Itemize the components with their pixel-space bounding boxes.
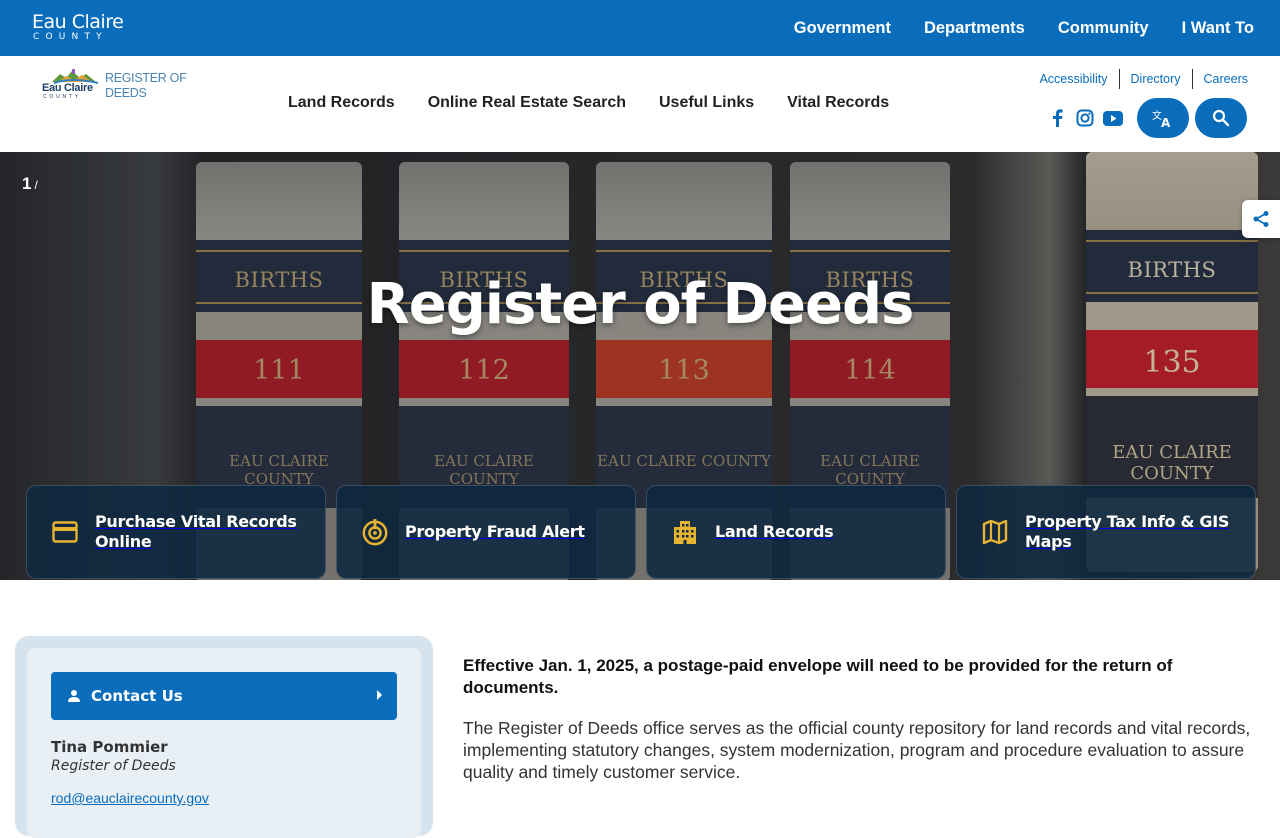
- youtube-icon[interactable]: [1103, 108, 1123, 128]
- facebook-icon[interactable]: [1047, 108, 1067, 128]
- slide-current: 1: [22, 174, 32, 193]
- top-nav-departments[interactable]: Departments: [924, 19, 1025, 38]
- quick-link-label: Property Tax Info & GIS Maps: [1025, 512, 1230, 551]
- quick-link-land-records[interactable]: Land Records: [646, 485, 946, 579]
- logo-department-title: REGISTER OF DEEDS: [105, 71, 187, 101]
- svg-text:A: A: [1161, 116, 1171, 128]
- quick-link-property-tax-gis-maps[interactable]: Property Tax Info & GIS Maps: [956, 485, 1256, 579]
- slide-separator: /: [34, 178, 38, 192]
- top-nav-government[interactable]: Government: [794, 19, 891, 38]
- slide-counter: 1/: [22, 174, 38, 194]
- county-logo[interactable]: Eau Claire COUNTY: [32, 11, 124, 42]
- contact-name: Tina Pommier: [51, 738, 168, 756]
- logo-county-name: Eau Claire: [42, 82, 93, 94]
- page-title: Register of Deeds: [366, 272, 915, 337]
- divider: [1118, 69, 1120, 89]
- building-icon: [671, 518, 699, 546]
- intro-paragraph: The Register of Deeds office serves as t…: [463, 718, 1251, 782]
- utility-links: Accessibility Directory Careers: [1039, 69, 1248, 89]
- chevron-right-icon: [377, 690, 382, 700]
- share-button[interactable]: [1242, 200, 1280, 238]
- contact-email-link[interactable]: rod@eauclairecounty.gov: [51, 790, 209, 806]
- search-icon: [1212, 109, 1230, 127]
- top-nav-i-want-to[interactable]: I Want To: [1182, 19, 1254, 38]
- county-logo-subtitle: COUNTY: [33, 32, 108, 42]
- top-bar: Eau Claire COUNTY Government Departments…: [0, 0, 1280, 56]
- social-and-tools: 文 A: [1047, 98, 1247, 138]
- instagram-icon[interactable]: [1075, 108, 1095, 128]
- credit-card-icon: [51, 518, 79, 546]
- contact-us-label: Contact Us: [91, 687, 183, 705]
- nav-online-real-estate-search[interactable]: Online Real Estate Search: [428, 94, 626, 112]
- logo-title-line1: REGISTER OF: [105, 71, 187, 85]
- contact-sidebar: Contact Us Tina Pommier Register of Deed…: [15, 636, 433, 838]
- nav-land-records[interactable]: Land Records: [288, 94, 395, 112]
- quick-links: Purchase Vital Records Online Property F…: [26, 485, 1266, 579]
- nav-useful-links[interactable]: Useful Links: [659, 94, 754, 112]
- map-icon: [981, 518, 1009, 546]
- directory-link[interactable]: Directory: [1131, 72, 1181, 86]
- search-button[interactable]: [1195, 98, 1247, 138]
- county-logo-name: Eau Claire: [32, 11, 124, 33]
- quick-link-purchase-vital-records[interactable]: Purchase Vital Records Online: [26, 485, 326, 579]
- contact-us-button[interactable]: Contact Us: [51, 672, 397, 720]
- department-nav: Land Records Online Real Estate Search U…: [288, 94, 922, 112]
- quick-link-label: Land Records: [715, 522, 834, 541]
- alert-target-icon: [361, 518, 389, 546]
- main-content: Effective Jan. 1, 2025, a postage-paid e…: [463, 655, 1263, 783]
- quick-link-label: Purchase Vital Records Online: [95, 512, 297, 551]
- person-icon: [68, 690, 80, 702]
- logo-title-line2: DEEDS: [105, 86, 147, 100]
- nav-vital-records[interactable]: Vital Records: [787, 94, 889, 112]
- hero-banner: BIRTHS 111 EAU CLAIRE COUNTY BIRTHS 112 …: [0, 152, 1280, 580]
- contact-card: Contact Us Tina Pommier Register of Deed…: [27, 648, 421, 838]
- department-header: Eau Claire COUNTY REGISTER OF DEEDS Land…: [0, 56, 1280, 152]
- logo-county-word: COUNTY: [43, 94, 81, 100]
- register-of-deeds-logo[interactable]: Eau Claire COUNTY REGISTER OF DEEDS: [41, 68, 191, 104]
- accessibility-link[interactable]: Accessibility: [1039, 72, 1107, 86]
- top-nav-community[interactable]: Community: [1058, 19, 1149, 38]
- contact-title: Register of Deeds: [51, 758, 176, 774]
- notice-text: Effective Jan. 1, 2025, a postage-paid e…: [463, 656, 1173, 697]
- share-icon: [1253, 211, 1269, 227]
- careers-link[interactable]: Careers: [1204, 72, 1248, 86]
- translate-button[interactable]: 文 A: [1137, 98, 1189, 138]
- top-nav: Government Departments Community I Want …: [761, 0, 1254, 56]
- quick-link-label: Property Fraud Alert: [405, 522, 585, 541]
- quick-link-property-fraud-alert[interactable]: Property Fraud Alert: [336, 485, 636, 579]
- translate-icon: 文 A: [1152, 109, 1171, 128]
- divider: [1191, 69, 1193, 89]
